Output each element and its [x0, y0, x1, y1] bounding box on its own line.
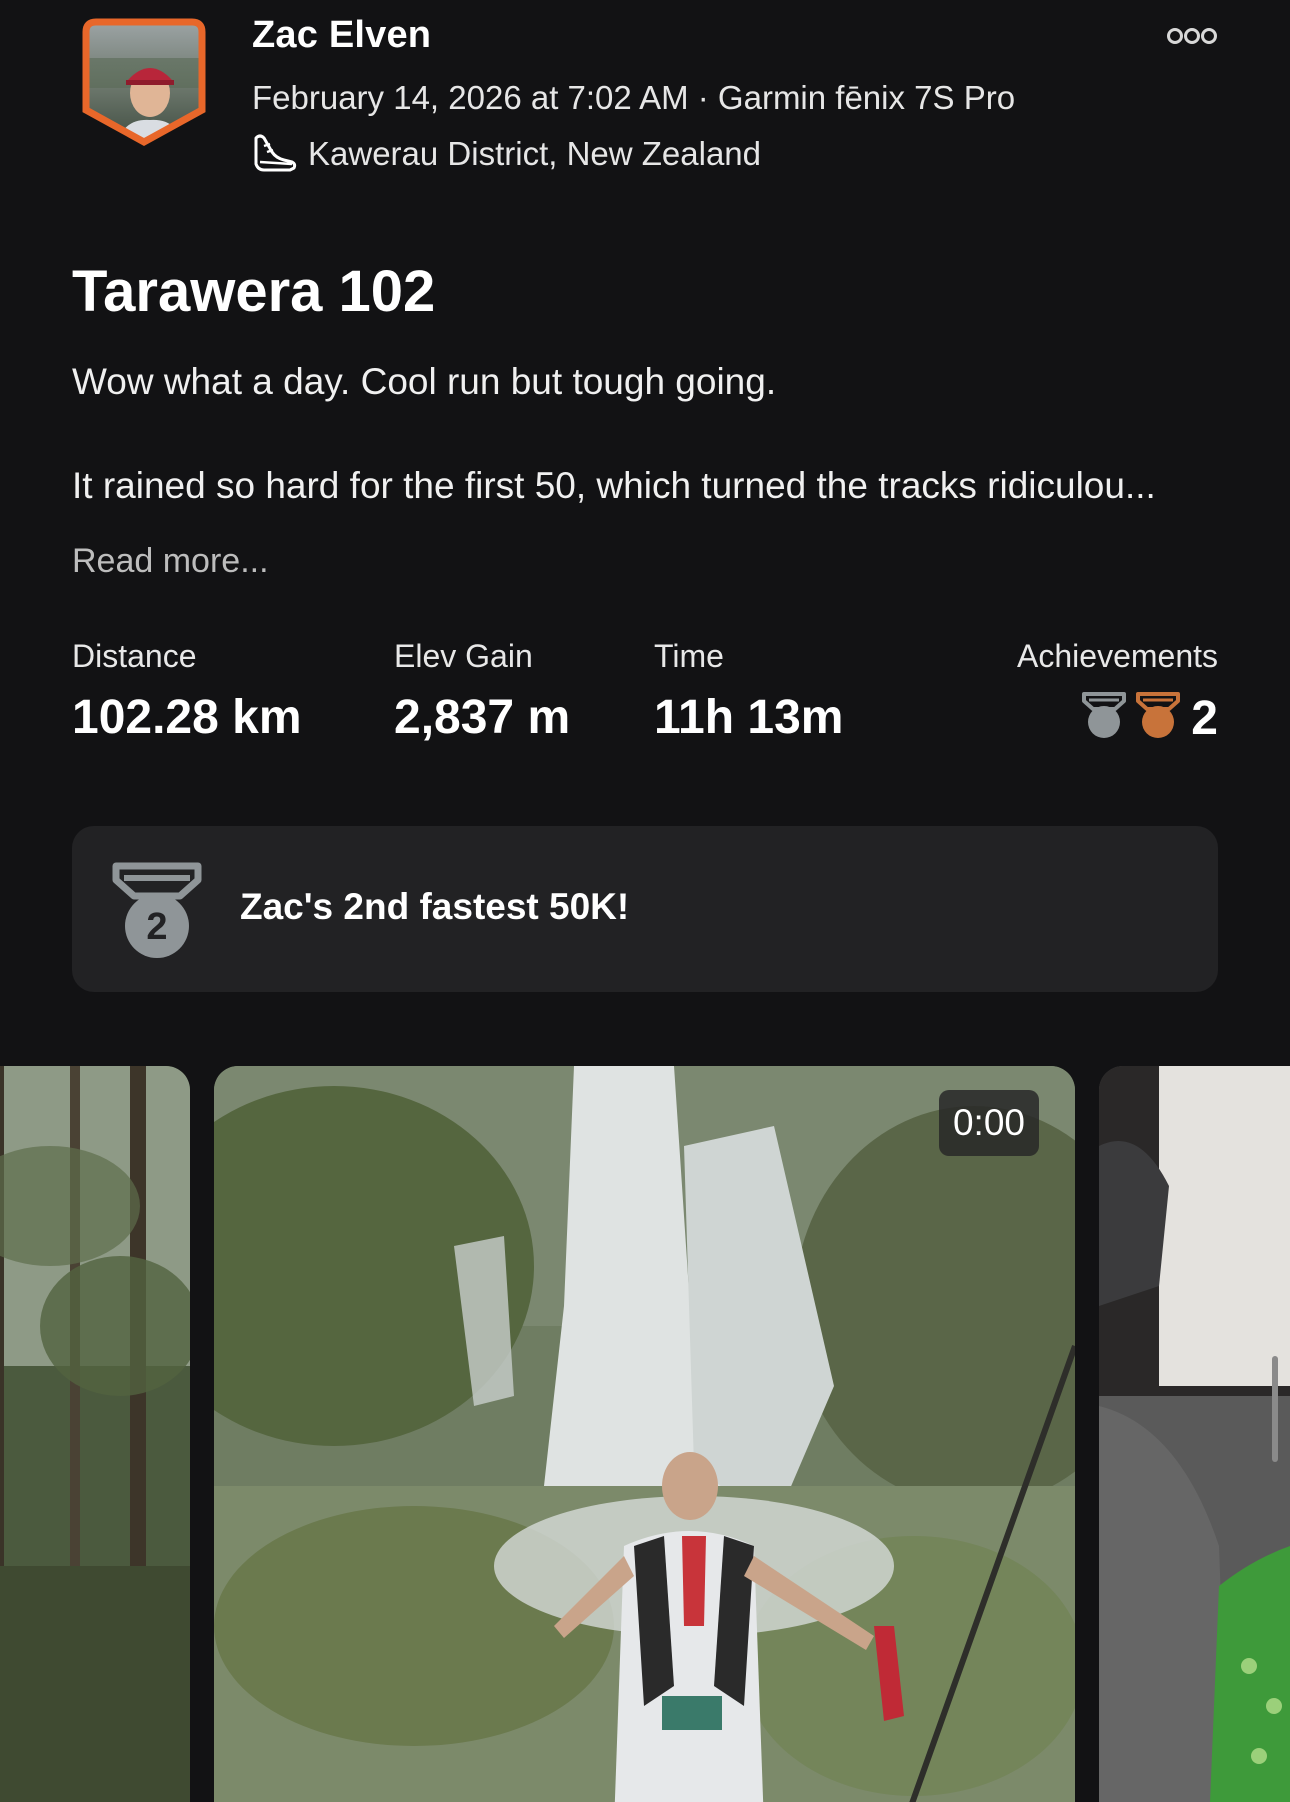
- achievement-card[interactable]: 2 Zac's 2nd fastest 50K!: [72, 826, 1218, 992]
- achievements-label: Achievements: [1017, 638, 1218, 674]
- athlete-name[interactable]: Zac Elven: [252, 14, 431, 57]
- read-more-link[interactable]: Read more...: [72, 542, 269, 581]
- distance-value: 102.28 km: [72, 691, 302, 744]
- time-value: 11h 13m: [654, 691, 844, 744]
- description-line: Wow what a day. Cool run but tough going…: [72, 361, 777, 402]
- achievement-text: Zac's 2nd fastest 50K!: [240, 886, 630, 927]
- achievements-count: 2: [1191, 691, 1218, 745]
- elev-gain-label: Elev Gain: [394, 638, 533, 674]
- medal-number: 2: [146, 906, 167, 948]
- time-label: Time: [654, 638, 724, 674]
- media-photo-forest[interactable]: [0, 1066, 190, 1802]
- scrollbar[interactable]: [1272, 1356, 1278, 1462]
- distance-label: Distance: [72, 638, 197, 674]
- media-photo-couch[interactable]: [1099, 1066, 1290, 1802]
- location-text: Kawerau District, New Zealand: [308, 135, 762, 172]
- video-duration: 0:00: [938, 1090, 1039, 1156]
- second-place-medal-icon: 2: [110, 860, 204, 962]
- more-options-icon[interactable]: [1166, 24, 1218, 48]
- location-row: Kawerau District, New Zealand: [252, 134, 761, 174]
- avatar[interactable]: [82, 18, 206, 148]
- activity-meta: February 14, 2026 at 7:02 AM · Garmin fē…: [252, 79, 1016, 116]
- activity-title: Tarawera 102: [72, 259, 436, 324]
- achievements-summary[interactable]: 2: [1081, 690, 1218, 746]
- elev-gain-value: 2,837 m: [394, 691, 571, 744]
- description-line: It rained so hard for the first 50, whic…: [72, 465, 1156, 506]
- silver-medal-icon: [1081, 691, 1127, 746]
- shoe-icon: [252, 132, 298, 177]
- media-carousel[interactable]: 0:00: [0, 1066, 1290, 1802]
- bronze-medal-icon: [1135, 691, 1181, 746]
- media-video[interactable]: 0:00: [214, 1066, 1075, 1802]
